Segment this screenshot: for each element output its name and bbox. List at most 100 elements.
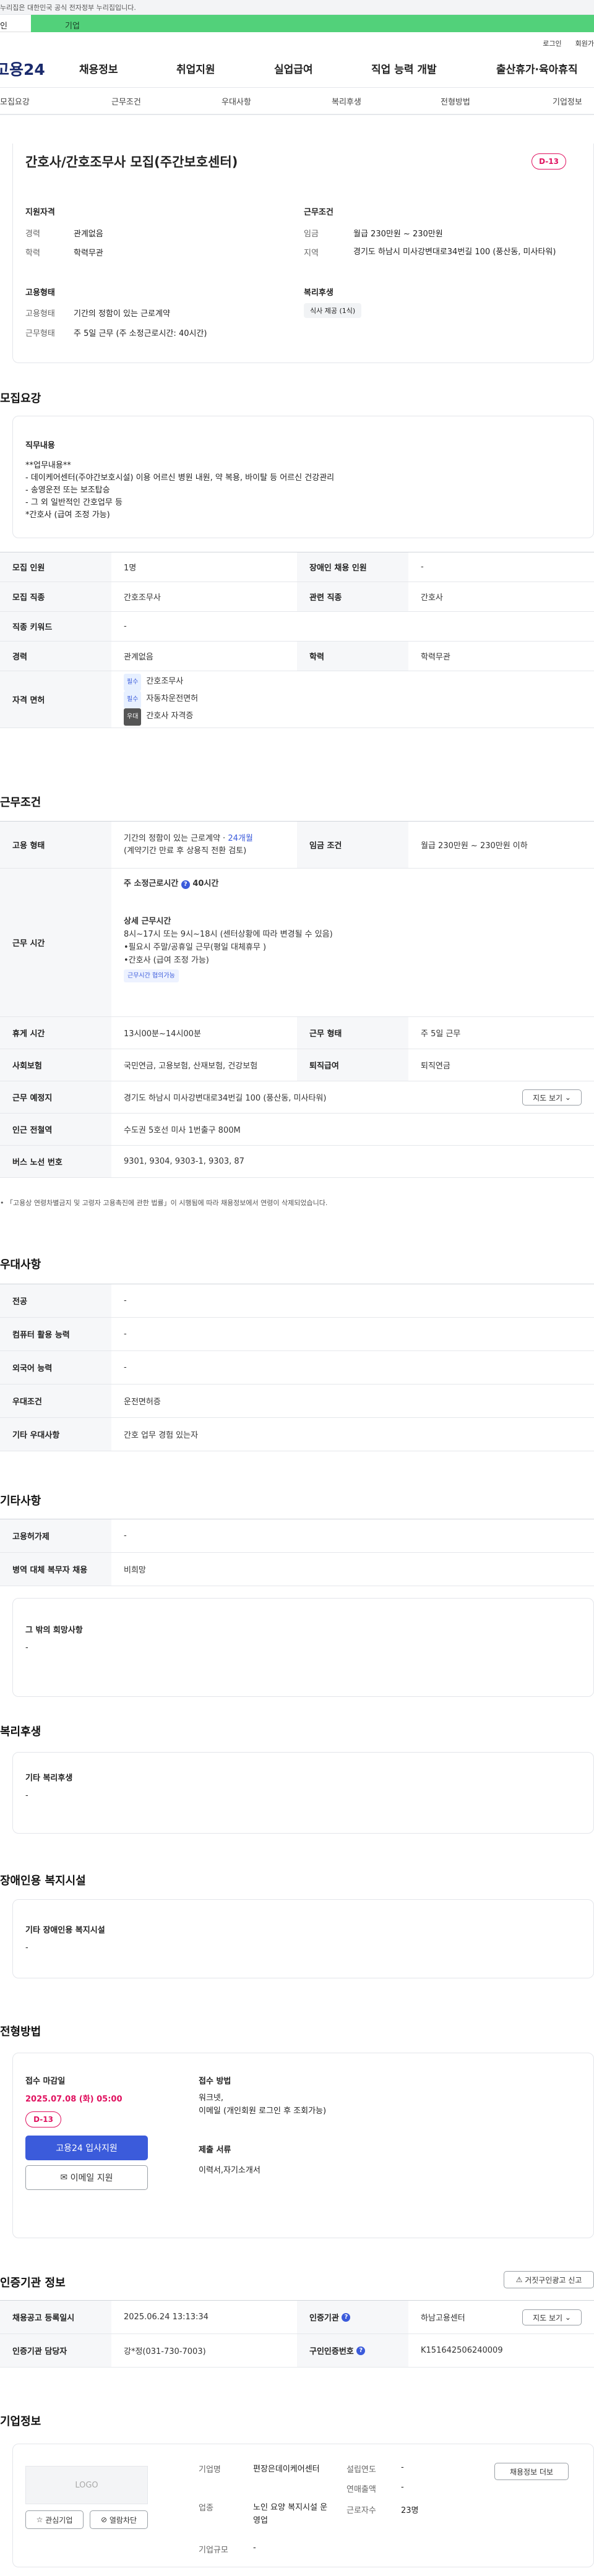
table-row: 컴퓨터 활용 능력 -	[0, 1318, 594, 1351]
edu-label: 학력	[25, 249, 40, 258]
job-summary-card: 간호사/간호조무사 모집(주간보호센터) D-13 지원자격 경력 관계없음 학…	[12, 144, 594, 363]
company-card: LOGO ☆ 관심기업 ⊘ 열람차단 기업명 편장은데이케어센터 설립연도 - …	[12, 2444, 594, 2567]
favorite-label: 관심기업	[45, 2515, 73, 2525]
method-line: 이메일 (개인회원 로그인 후 조회가능)	[199, 2106, 327, 2116]
negotiable-tag: 근무시간 협의가능	[124, 969, 179, 982]
snb-preference[interactable]: 우대사항	[222, 95, 251, 107]
cell-value: 9301, 9304, 9303-1, 9303, 87	[124, 1157, 244, 1166]
cell-value: 운전면허증	[124, 1397, 161, 1407]
required-badge: 필수	[124, 690, 142, 708]
founded-value: -	[401, 2463, 404, 2472]
cell-label: 근무 형태	[297, 1017, 408, 1049]
cell-value: -	[124, 1329, 127, 1339]
founded-label: 설립연도	[346, 2465, 376, 2475]
welfare-card: 기타 복리후생 -	[12, 1752, 594, 1834]
duty-line: *간호사 (급여 조정 가능)	[25, 510, 110, 520]
snb-conditions[interactable]: 근무조건	[111, 95, 141, 107]
cell-label: 임금 조건	[297, 822, 408, 868]
cert-map-button[interactable]: 지도 보기 ⌄	[522, 2309, 582, 2325]
company-section-title: 기업정보	[0, 2415, 41, 2428]
cell-value: 비희망	[124, 1566, 146, 1575]
license-name: 자동차운전면허	[146, 693, 199, 703]
gnb-item-training[interactable]: 직업 능력 개발	[371, 61, 437, 76]
docs-heading: 제출 서류	[199, 2145, 231, 2155]
table-row: 기타 우대사항 간호 업무 경험 있는자	[0, 1418, 594, 1451]
map-view-button[interactable]: 지도 보기 ⌄	[522, 1089, 582, 1106]
career-label: 경력	[25, 230, 40, 239]
gnb-item-leave[interactable]: 출산휴가·육아휴직	[496, 61, 578, 76]
info-icon[interactable]: ?	[342, 2312, 351, 2322]
info-icon[interactable]: ?	[181, 880, 190, 889]
disability-heading: 기타 장애인용 복지시설	[25, 1926, 105, 1935]
cell-label: 경력	[0, 642, 111, 671]
table-row: 근무 예정지 경기도 하남시 미사강변대로34번길 100 (풍산동, 미사타워…	[0, 1081, 594, 1114]
cell-label: 관련 직종	[297, 582, 408, 611]
email-icon: ✉	[60, 2173, 68, 2183]
snb-company[interactable]: 기업정보	[553, 95, 582, 107]
welfare-section-title: 복리후생	[0, 1725, 41, 1738]
snb-process[interactable]: 전형방법	[441, 95, 470, 107]
cell-label: 자격 면허	[0, 671, 111, 728]
gnb-item-employment-support[interactable]: 취업지원	[176, 61, 215, 76]
table-row: 사회보험 국민연금, 고용보험, 산재보험, 건강보험 퇴직급여 퇴직연금	[0, 1049, 594, 1081]
email-apply-button[interactable]: ✉ 이메일 지원	[25, 2165, 148, 2190]
deadline-heading: 접수 마감일	[25, 2077, 66, 2086]
table-row: 경력 관계없음 학력 학력무관	[0, 642, 594, 671]
favorite-company-button[interactable]: ☆ 관심기업	[25, 2510, 84, 2529]
age-footnote: • 「고용상 연령차별금지 및 고령자 고용촉진에 관한 법률」이 시행됨에 따…	[0, 1199, 328, 1207]
info-icon[interactable]: ?	[356, 2346, 366, 2355]
table-row: 채용공고 등록일시 2025.06.24 13:13:34 인증기관 ? 하남고…	[0, 2301, 594, 2334]
disability-value: -	[25, 1943, 28, 1952]
detail-heading: 상세 근무시간	[124, 917, 171, 926]
snb-recruit[interactable]: 모집요강	[0, 95, 30, 107]
table-row: 모집 직종 간호조무사 관련 직종 간호사	[0, 582, 594, 612]
duty-heading: 직무내용	[25, 441, 55, 450]
hope-card: 그 밖의 희망사항 -	[12, 1598, 594, 1697]
table-row: 자격 면허 필수 간호조무사 필수 자동차운전면허 우대 간호사 자격증	[0, 671, 594, 728]
report-button[interactable]: ⚠ 거짓구인광고 신고	[504, 2271, 594, 2288]
signup-link[interactable]: 회원가	[575, 40, 594, 48]
age-footnote-text: 「고용상 연령차별금지 및 고령자 고용촉진에 관한 법률」이 시행됨에 따라 …	[6, 1199, 328, 1207]
detail-line: •필요시 주말/공휴일 근무(평일 대체휴무 )	[124, 943, 267, 952]
user-type-tabs: 인 기업	[0, 15, 594, 32]
snb-welfare[interactable]: 복리후생	[332, 95, 361, 107]
cell-label: 인증기관 담당자	[0, 2334, 111, 2367]
welfare-card-heading: 기타 복리후생	[25, 1774, 73, 1783]
cell-value: 하남고용센터	[421, 2314, 465, 2323]
tab-company[interactable]: 기업	[31, 15, 594, 32]
apply-button[interactable]: 고용24 입사지원	[25, 2136, 148, 2160]
cell-value: 관계없음	[124, 653, 153, 662]
gnb-item-unemployment[interactable]: 실업급여	[274, 61, 313, 76]
cell-value: 간호조무사	[124, 593, 161, 603]
cell-value: -	[124, 622, 127, 631]
table-row: 인근 전철역 수도권 5호선 미사 1번출구 800M	[0, 1114, 594, 1146]
more-jobs-button[interactable]: 채용정보 더보	[494, 2463, 569, 2480]
license-item: 필수 간호조무사	[124, 673, 183, 691]
gnb-item-jobs[interactable]: 채용정보	[79, 61, 118, 76]
other-table: 고용허가제 - 병역 대체 복무자 채용 비희망	[0, 1519, 594, 1586]
login-link[interactable]: 로그인	[543, 40, 561, 48]
preferred-badge: 우대	[124, 708, 142, 726]
block-icon: ⊘	[100, 2515, 108, 2524]
company-name-label: 기업명	[199, 2465, 221, 2475]
duty-line: **업무내용**	[25, 461, 71, 470]
block-view-button[interactable]: ⊘ 열람차단	[90, 2510, 148, 2529]
work-time-cell: 주 소정근로시간 ? 40시간 상세 근무시간 8시~17시 또는 9시~18시…	[111, 869, 333, 1016]
table-row: 인증기관 담당자 강*정(031-730-7003) 구인인증번호 ? K151…	[0, 2334, 594, 2368]
cell-value: 주 5일 근무	[421, 1029, 461, 1039]
site-logo[interactable]: 고용24	[0, 58, 63, 80]
tab-personal[interactable]: 인	[0, 15, 31, 32]
disability-card: 기타 장애인용 복지시설 -	[12, 1899, 594, 1978]
recruit-table: 모집 인원 1명 장애인 채용 인원 - 모집 직종 간호조무사 관련 직종 간…	[0, 552, 594, 728]
cell-label: 모집 인원	[0, 552, 111, 582]
cell-value: 13시00분~14시00분	[124, 1029, 201, 1039]
license-item: 우대 간호사 자격증	[124, 708, 193, 726]
cell-value: 국민연금, 고용보험, 산재보험, 건강보험	[124, 1062, 258, 1071]
cell-label: 휴게 시간	[0, 1017, 111, 1049]
cell-value: 간호사	[421, 593, 443, 603]
welfare-heading: 복리후생	[304, 288, 334, 298]
gov-notice-bar: 누리집은 대한민국 공식 전자정부 누리집입니다.	[0, 0, 594, 15]
dday-badge: D-13	[532, 153, 566, 170]
weekly-value: 40시간	[192, 879, 219, 888]
cell-label: 장애인 채용 인원	[297, 552, 408, 582]
